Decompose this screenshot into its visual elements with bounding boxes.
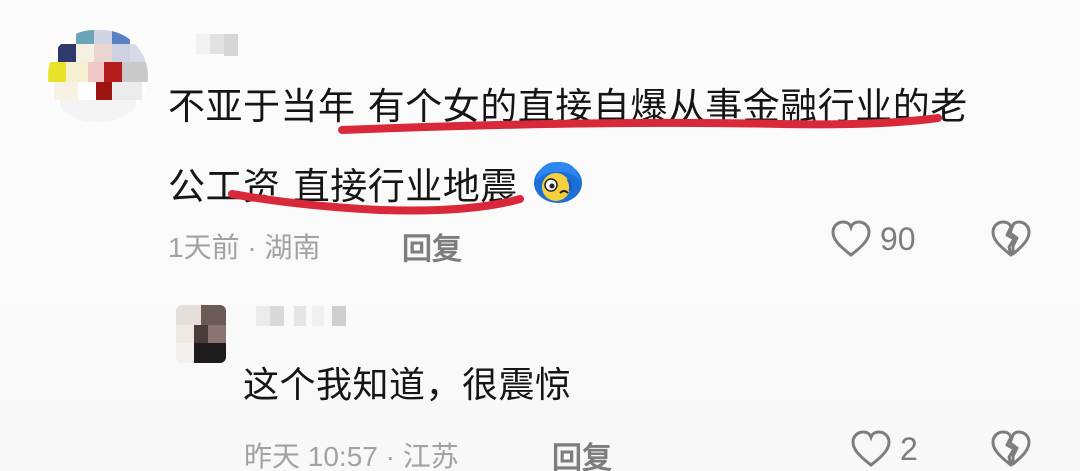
like-button[interactable]: 90	[830, 220, 916, 258]
reply-like-count: 2	[900, 430, 918, 467]
reply-button[interactable]: 回复	[402, 224, 462, 268]
heart-outline-icon	[831, 220, 871, 257]
comment-text-line-2: 公工资 直接行业地震	[168, 159, 584, 205]
comment-meta: 1天前 · 湖南	[168, 232, 321, 263]
heart-outline-icon	[851, 430, 891, 467]
comment-text-line-1: 不亚于当年 有个女的直接自爆从事金融行业的老	[168, 85, 968, 128]
reply-meta: 昨天 10:57 · 江苏	[244, 441, 459, 471]
comment-text-line-2-text: 公工资 直接行业地震	[168, 165, 518, 208]
username-blurred[interactable]	[196, 34, 256, 56]
reply-like-button[interactable]: 2	[850, 430, 918, 468]
avatar[interactable]	[48, 30, 148, 122]
reply-avatar[interactable]	[176, 305, 226, 363]
shocked-face-emoji-icon	[532, 159, 584, 205]
reply-text: 这个我知道，很震惊	[243, 365, 572, 406]
reply-to-reply-button[interactable]: 回复	[552, 433, 612, 471]
reply-dislike-button[interactable]	[990, 430, 1032, 471]
dislike-button[interactable]	[990, 220, 1032, 262]
like-count: 90	[880, 220, 916, 257]
broken-heart-icon	[991, 430, 1031, 467]
reply-username-blurred[interactable]	[256, 306, 352, 328]
comment-thread: 不亚于当年 有个女的直接自爆从事金融行业的老 公工资 直接行业地震 1天前 · …	[0, 0, 1080, 471]
broken-heart-icon	[991, 220, 1031, 257]
